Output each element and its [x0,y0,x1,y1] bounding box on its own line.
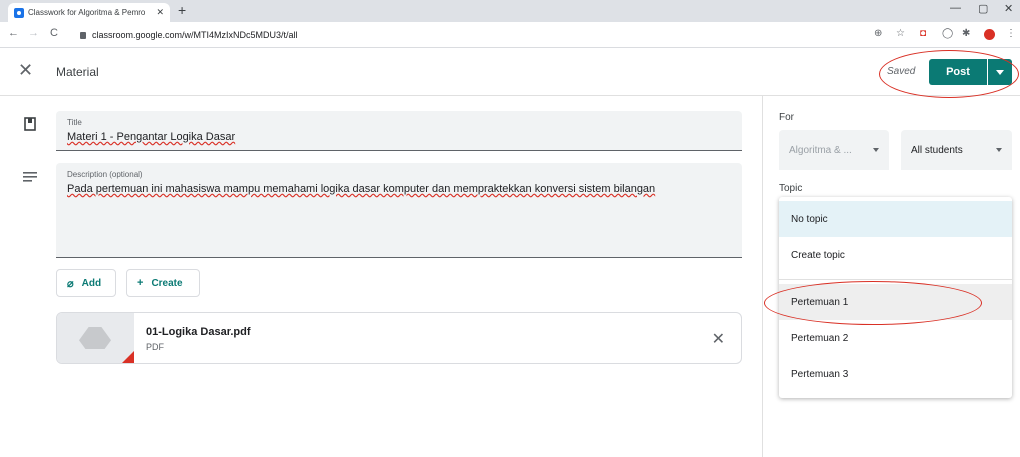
topic-option-create-topic[interactable]: Create topic [779,237,1012,273]
for-label: For [779,112,794,123]
attachment-card[interactable]: 01-Logika Dasar.pdf PDF ✕ [56,312,742,364]
chevron-down-icon [996,69,1004,75]
plus-icon: + [137,277,144,289]
description-field[interactable]: Description (optional) Pada pertemuan in… [56,163,742,258]
attachment-type: PDF [146,342,164,352]
tab-title: Classwork for Algoritma & Pemro [28,8,146,17]
close-icon[interactable]: ✕ [18,60,33,81]
google-drive-icon [79,327,111,349]
pdf-corner-icon [120,351,134,363]
url-text: classroom.google.com/w/MTI4MzIxNDc5MDU3/… [92,30,298,40]
paperclip-icon: ⌀ [67,277,74,290]
add-button[interactable]: ⌀ Add [56,269,116,297]
class-select[interactable]: Algoritma & ... [779,130,889,170]
title-value: Materi 1 - Pengantar Logika Dasar [67,131,236,143]
description-label: Description (optional) [67,170,143,179]
add-label: Add [81,277,102,289]
minimize-icon[interactable]: — [950,2,961,14]
tab-close-icon[interactable]: ✕ [156,7,164,18]
back-icon[interactable]: ← [8,27,19,39]
create-button[interactable]: + Create [126,269,200,297]
new-tab-button[interactable]: + [178,2,186,18]
topic-option-pertemuan-2[interactable]: Pertemuan 2 [779,320,1012,356]
attachment-name: 01-Logika Dasar.pdf [146,326,251,338]
post-button[interactable]: Post [929,59,987,85]
students-select[interactable]: All students [901,130,1012,170]
description-value: Pada pertemuan ini mahasiswa mampu memah… [67,183,656,195]
forward-icon[interactable]: → [28,27,39,39]
bookmark-star-icon[interactable]: ☆ [896,28,905,39]
post-options-dropdown[interactable] [988,59,1012,85]
topic-dropdown-menu: No topic Create topic Pertemuan 1 Pertem… [779,197,1012,398]
saved-status: Saved [887,66,916,77]
classroom-favicon-icon [14,7,24,18]
title-field[interactable]: Title Materi 1 - Pengantar Logika Dasar [56,111,742,151]
topic-label: Topic [779,183,803,194]
students-select-value: All students [911,144,963,156]
chevron-down-icon [996,148,1002,152]
title-label: Title [67,118,82,127]
extensions-puzzle-icon[interactable]: ✱ [962,28,970,39]
drive-thumbnail [57,313,134,363]
topic-option-pertemuan-1[interactable]: Pertemuan 1 [779,284,1012,320]
assignment-doc-icon [24,117,36,131]
browser-tab[interactable]: Classwork for Algoritma & Pemro ✕ [8,3,170,22]
browser-tab-bar: Classwork for Algoritma & Pemro ✕ + — ▢ … [0,0,1020,22]
topic-option-no-topic[interactable]: No topic [779,201,1012,237]
class-select-value: Algoritma & ... [789,144,852,156]
maximize-icon[interactable]: ▢ [978,2,988,15]
url-field[interactable]: classroom.google.com/w/MTI4MzIxNDc5MDU3/… [80,25,860,45]
chevron-down-icon [873,148,879,152]
pocket-extension-icon[interactable]: ◘ [920,28,926,39]
browser-menu-icon[interactable]: ⋮ [1006,28,1016,39]
description-lines-icon [23,172,37,182]
window-close-icon[interactable]: ✕ [1004,2,1013,15]
page-title: Material [56,65,99,79]
extension-circle-icon[interactable]: ◯ [942,28,953,39]
create-label: Create [151,277,183,289]
reload-icon[interactable]: C [50,27,58,39]
page-header: ✕ Material Saved Post [0,48,1020,96]
menu-divider [779,279,1012,280]
topic-option-pertemuan-3[interactable]: Pertemuan 3 [779,356,1012,392]
zoom-icon[interactable]: ⊕ [874,28,882,39]
profile-avatar-icon[interactable] [984,29,995,40]
remove-attachment-icon[interactable]: ✕ [712,329,725,349]
address-bar: ← → C classroom.google.com/w/MTI4MzIxNDc… [0,22,1020,48]
lock-icon [80,31,86,39]
